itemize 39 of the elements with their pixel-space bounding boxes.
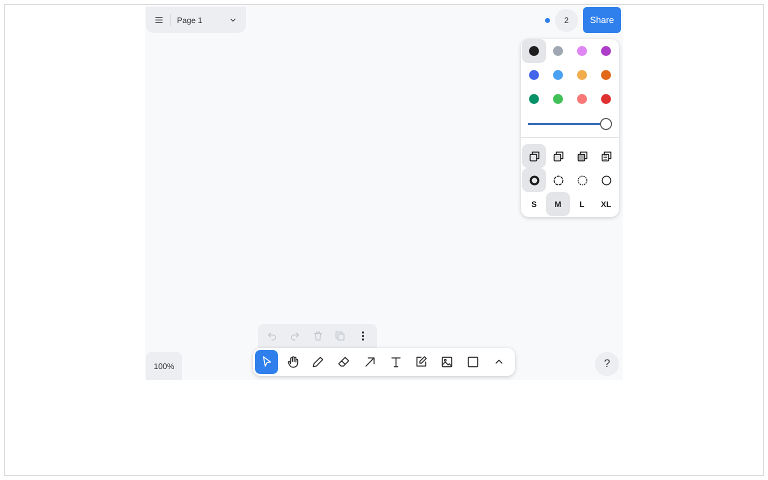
fill-style-button[interactable]: [522, 144, 546, 168]
circle-dashed-icon: [552, 174, 564, 186]
fill-solid-icon: [576, 150, 588, 162]
page-name[interactable]: Page 1: [177, 16, 222, 24]
eraser-icon: [337, 355, 352, 369]
circle-draw-icon: [528, 174, 540, 186]
dash-style-button[interactable]: [522, 168, 546, 192]
fill-pattern-icon: [600, 150, 612, 162]
fill-semi-icon: [552, 150, 564, 162]
size-button[interactable]: S: [522, 192, 546, 216]
people-count[interactable]: 2: [555, 8, 578, 32]
help-button[interactable]: ?: [595, 352, 619, 376]
image-icon: [440, 355, 454, 369]
note-icon: [414, 355, 428, 369]
hand-icon: [286, 355, 300, 369]
arrow-icon: [362, 355, 377, 369]
color-button[interactable]: [522, 39, 546, 63]
opacity-slider[interactable]: [528, 118, 612, 130]
presence-dot: [545, 18, 550, 22]
circle-solid-icon: [600, 174, 612, 186]
circle-dotted-icon: [576, 174, 588, 186]
canvas[interactable]: Page 1 2 Share S M L XL 100% ?: [145, 5, 623, 380]
duplicate-icon: [334, 330, 346, 342]
fill-none-icon: [528, 150, 540, 162]
select-tool-button[interactable]: [255, 350, 278, 374]
zoom-button[interactable]: 100%: [146, 352, 182, 380]
size-button[interactable]: XL: [594, 192, 618, 216]
text-icon: [388, 355, 403, 369]
rectangle-icon: [466, 355, 480, 369]
menu-icon: [154, 15, 164, 25]
redo-icon: [288, 330, 301, 342]
undo-icon: [266, 330, 278, 342]
pencil-icon: [311, 355, 326, 369]
slider-thumb[interactable]: [600, 118, 612, 130]
size-button[interactable]: L: [570, 192, 594, 216]
trash-icon: [312, 330, 324, 342]
share-button[interactable]: Share: [583, 7, 621, 33]
menu-button[interactable]: [154, 15, 164, 25]
size-button[interactable]: M: [546, 192, 570, 216]
